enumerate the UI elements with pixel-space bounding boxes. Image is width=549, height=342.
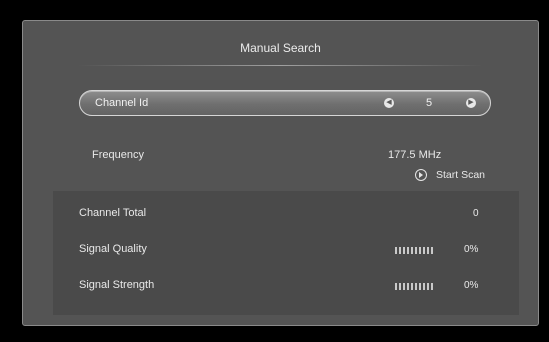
start-scan-button[interactable]: Start Scan xyxy=(415,166,485,184)
signal-strength-meter xyxy=(395,283,435,290)
frequency-label: Frequency xyxy=(92,149,144,161)
signal-strength-value: 0% xyxy=(464,280,479,291)
signal-strength-label: Signal Strength xyxy=(79,279,155,291)
channel-id-value: 5 xyxy=(426,97,433,109)
manual-search-dialog: Manual Search Channel Id ◀ 5 ▶ Frequency… xyxy=(22,20,539,326)
play-circle-icon xyxy=(415,169,427,181)
dialog-title: Manual Search xyxy=(240,41,321,55)
channel-total-value: 0 xyxy=(473,208,479,219)
signal-quality-value: 0% xyxy=(464,244,479,255)
title-divider xyxy=(78,65,483,66)
frequency-value: 177.5 MHz xyxy=(388,149,442,161)
channel-id-label: Channel Id xyxy=(95,97,149,109)
channel-id-selector[interactable]: Channel Id ◀ 5 ▶ xyxy=(79,90,491,116)
chevron-right-icon[interactable]: ▶ xyxy=(466,98,476,108)
chevron-left-icon[interactable]: ◀ xyxy=(384,98,394,108)
scan-stats-panel: Channel Total 0 Signal Quality 0% Signal… xyxy=(53,191,519,315)
start-scan-label: Start Scan xyxy=(436,169,486,181)
signal-quality-label: Signal Quality xyxy=(79,243,147,255)
channel-total-label: Channel Total xyxy=(79,207,147,219)
signal-quality-meter xyxy=(395,247,435,254)
